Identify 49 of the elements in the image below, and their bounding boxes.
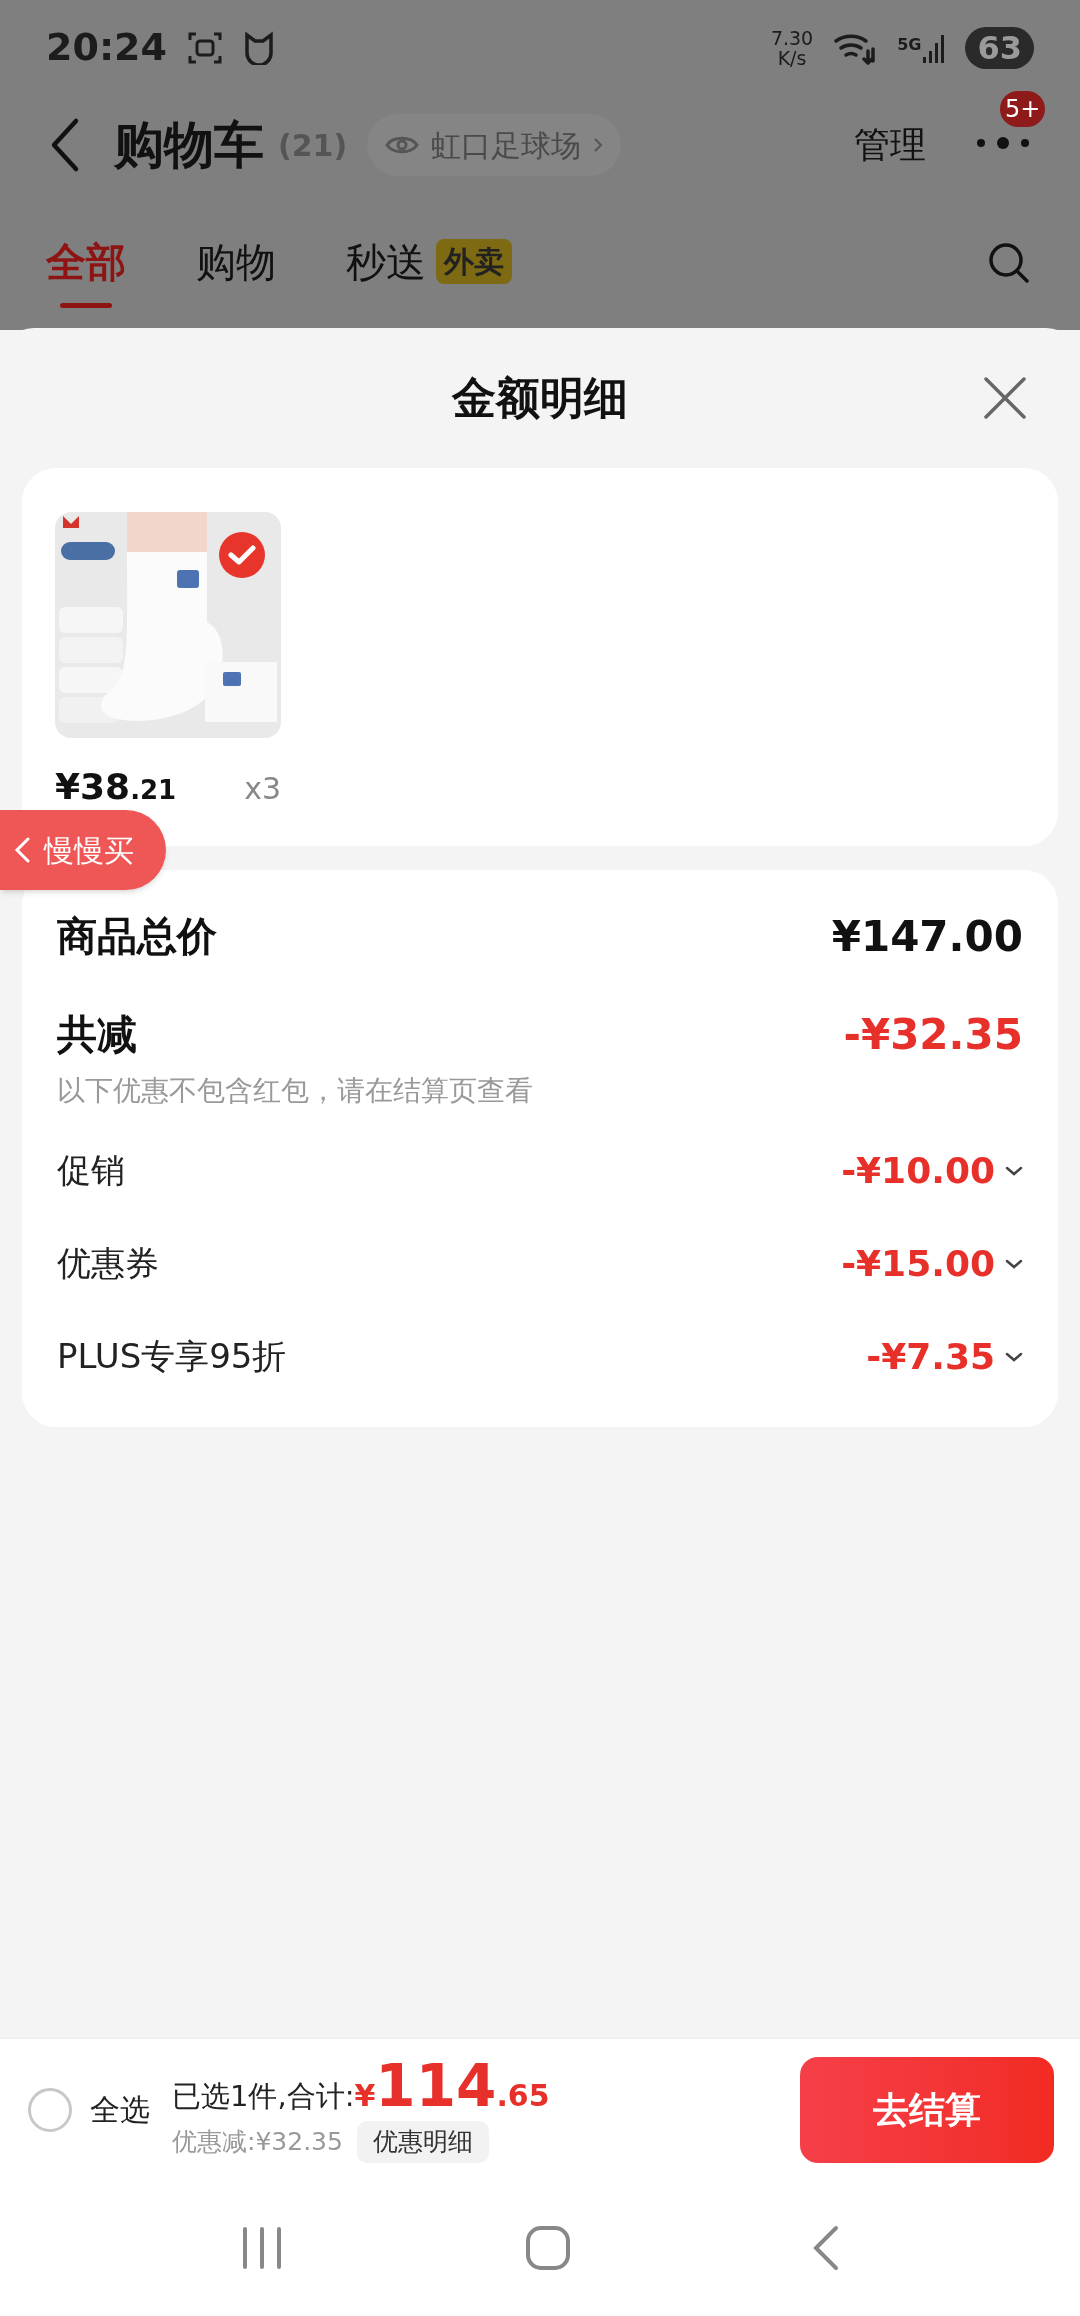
discount-value: -¥7.35 xyxy=(866,1334,995,1379)
speed-unit: K/s xyxy=(777,47,807,68)
total-label: 商品总价 xyxy=(57,912,217,961)
reduction-value: -¥32.35 xyxy=(843,1008,1023,1061)
discount-value: -¥15.00 xyxy=(841,1241,995,1286)
checkout-button[interactable]: 去结算 xyxy=(800,2056,1054,2163)
chevron-right-icon xyxy=(593,137,604,153)
close-icon[interactable] xyxy=(982,375,1028,421)
reduction-label: 共减 xyxy=(57,1010,137,1059)
page-title: 购物车 xyxy=(114,114,264,176)
tab[interactable]: 秒送 外卖 xyxy=(346,217,512,308)
manage-button[interactable]: 管理 xyxy=(854,118,926,172)
product-price: ¥38.21 xyxy=(55,765,177,809)
chevron-left-icon xyxy=(14,837,30,863)
recent-apps-icon[interactable] xyxy=(241,2226,283,2270)
status-time: 20:24 xyxy=(46,24,167,71)
search-icon[interactable] xyxy=(988,241,1030,284)
tag-label: 外卖 xyxy=(436,239,512,284)
total-value: ¥147.00 xyxy=(831,910,1023,963)
discount-label: PLUS专享95折 xyxy=(57,1335,287,1378)
back-icon[interactable] xyxy=(50,117,80,173)
quantity-text: x3 xyxy=(244,770,281,808)
network-type: 5G xyxy=(897,33,922,56)
home-icon[interactable] xyxy=(525,2225,571,2271)
location-chip[interactable]: 虹口足球场 xyxy=(367,114,622,176)
discount-note: 以下优惠不包含红包，请在结算页查看 xyxy=(57,1073,534,1109)
order-total: ¥114.65 xyxy=(354,2056,550,2119)
discount-summary: 优惠减:¥32.35 xyxy=(172,2126,343,2158)
network-speed: 7.30 xyxy=(770,27,814,48)
select-all-label: 全选 xyxy=(90,2091,150,2129)
signal-icon xyxy=(923,32,946,63)
cat-face-icon xyxy=(242,30,275,65)
discount-label: 优惠券 xyxy=(57,1242,159,1285)
chevron-down-icon[interactable] xyxy=(1005,1165,1023,1176)
discount-label: 促销 xyxy=(57,1149,125,1192)
discount-value: -¥10.00 xyxy=(841,1148,995,1193)
chevron-down-icon[interactable] xyxy=(1005,1351,1023,1362)
notification-badge: 5+ xyxy=(1000,91,1046,127)
sheet-title: 金额明细 xyxy=(452,371,628,425)
selected-summary: 已选1件,合计: xyxy=(172,2078,355,2116)
location-text: 虹口足球场 xyxy=(431,126,582,165)
battery-indicator: 63 xyxy=(965,26,1034,69)
tab[interactable]: 购物 xyxy=(196,217,276,308)
chevron-down-icon[interactable] xyxy=(1005,1258,1023,1269)
back-icon[interactable] xyxy=(813,2225,839,2271)
select-all-checkbox[interactable] xyxy=(28,2087,72,2132)
slow-buy-button[interactable]: 慢慢买 xyxy=(0,810,166,890)
more-icon[interactable] xyxy=(976,136,1030,150)
discount-detail-button[interactable]: 优惠明细 xyxy=(356,2120,489,2163)
